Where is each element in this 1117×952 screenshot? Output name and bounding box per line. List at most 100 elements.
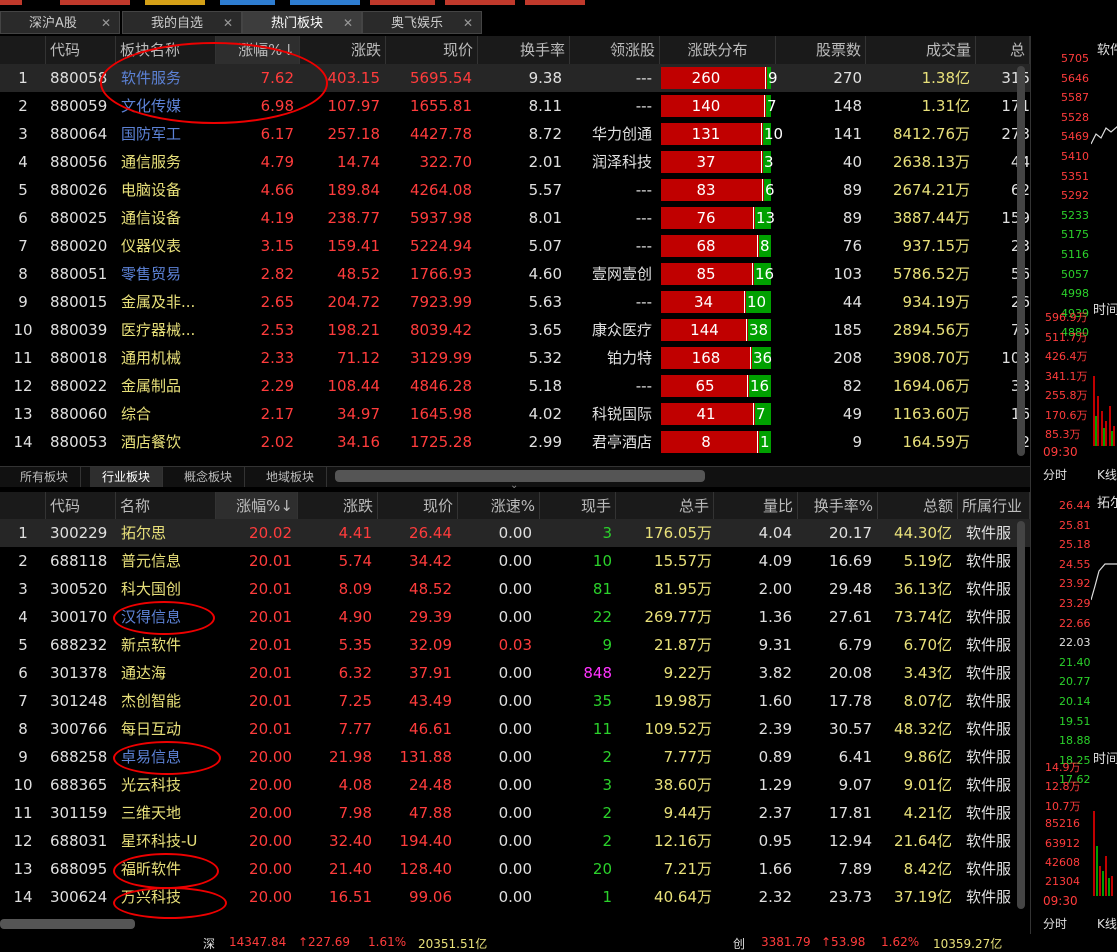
column-header[interactable]	[0, 492, 46, 520]
axis-tick-label: 21.40	[1059, 655, 1091, 669]
current-price: 99.06	[409, 888, 452, 906]
axis-tick-label: 63912	[1045, 836, 1080, 850]
sector-table-hscrollbar[interactable]	[335, 470, 705, 482]
sector-row[interactable]: 11 880018 通用机械 2.33 71.12 3129.99 5.32 铂力特 208 39…	[0, 344, 1030, 372]
column-header[interactable]: 领涨股	[570, 36, 660, 64]
close-icon[interactable]: ✕	[73, 12, 111, 35]
volume: 1.38亿	[921, 69, 970, 87]
column-header[interactable]: 代码	[46, 36, 116, 64]
sector-row[interactable]: 6 880025 通信设备 4.19 238.77 5937.98 8.01 --- 89 388…	[0, 204, 1030, 232]
close-icon[interactable]: ✕	[315, 12, 353, 35]
tab-intraday-top[interactable]: 分时	[1043, 466, 1067, 483]
axis-tick-label: 5705	[1061, 52, 1089, 65]
stock-row[interactable]: 2 688118 普元信息 20.01 5.74 34.42 0.00 10 15.57万 4.0…	[0, 547, 1030, 575]
sector-category-tab[interactable]: 概念板块	[172, 467, 246, 487]
stock-row[interactable]: 1 300229 拓尔思 20.02 4.41 26.44 0.00 3 176.05万 4.04…	[0, 519, 1030, 547]
column-header[interactable]: 涨速%	[458, 492, 540, 520]
sector-row[interactable]: 4 880056 通信服务 4.79 14.74 322.70 2.01 润泽科技 40 2638…	[0, 148, 1030, 176]
current-price: 1655.81	[409, 97, 472, 115]
up-down-distribution-bar: 68 8	[661, 235, 771, 257]
column-header[interactable]: 现手	[540, 492, 616, 520]
column-header[interactable]: 换手率	[478, 36, 570, 64]
column-header[interactable]: 成交量	[866, 36, 976, 64]
close-icon[interactable]: ✕	[435, 12, 473, 35]
change-amount: 6.32	[338, 664, 372, 682]
column-header[interactable]	[0, 36, 46, 64]
down-count: 36	[753, 349, 773, 367]
sector-category-tab[interactable]: 地域板块	[254, 467, 328, 487]
stock-row[interactable]: 12 688031 星环科技-U 20.00 32.40 194.40 0.00 2 12.16…	[0, 827, 1030, 855]
stock-row[interactable]: 5 688232 新点软件 20.01 5.35 32.09 0.03 9 21.87万 9.31…	[0, 631, 1030, 659]
stock-row[interactable]: 3 300520 科大国创 20.01 8.09 48.52 0.00 81 81.95万 2.0…	[0, 575, 1030, 603]
row-index: 1	[18, 69, 28, 87]
stock-table-hscrollbar[interactable]	[0, 919, 135, 929]
tab-stock-afei[interactable]: 奥飞娱乐 ✕	[362, 11, 482, 34]
current-price: 5224.94	[409, 237, 472, 255]
column-header[interactable]: 涨幅%↓	[216, 492, 298, 520]
red-highlight-oval	[113, 853, 219, 889]
sector-row[interactable]: 5 880026 电脑设备 4.66 189.84 4264.08 5.57 --- 89 267…	[0, 176, 1030, 204]
sector-row[interactable]: 9 880015 金属及非... 2.65 204.72 7923.99 5.63 --- 44…	[0, 288, 1030, 316]
sector-row[interactable]: 12 880022 金属制品 2.29 108.44 4846.28 5.18 --- 82 16…	[0, 372, 1030, 400]
stock-table-header: 代码 名称 涨幅%↓ 涨跌 现价 涨速% 现手 总手 量比 换手率% 总额 所属行业	[0, 492, 1030, 521]
tab-intraday-bottom[interactable]: 分时	[1043, 915, 1067, 932]
tab-hot-sectors[interactable]: 热门板块 ✕	[242, 11, 362, 34]
sector-category-tab[interactable]: 行业板块	[90, 467, 164, 487]
total-hands: 38.60万	[654, 776, 712, 794]
sector-row[interactable]: 10 880039 医疗器械... 2.53 198.21 8039.42 3.65 康众医疗…	[0, 316, 1030, 344]
column-header[interactable]: 代码	[46, 492, 116, 520]
change-speed: 0.00	[498, 580, 532, 598]
column-header[interactable]: 涨跌	[300, 36, 386, 64]
tab-kline-top[interactable]: K线	[1097, 466, 1117, 483]
column-header[interactable]: 现价	[386, 36, 478, 64]
stock-count: 44	[842, 293, 862, 311]
stock-row[interactable]: 10 688365 光云科技 20.00 4.08 24.48 0.00 3 38.60万 1.2…	[0, 771, 1030, 799]
row-index: 5	[18, 636, 28, 654]
current-price: 32.09	[409, 636, 452, 654]
tab-watchlist[interactable]: 我的自选 ✕	[122, 11, 242, 34]
stock-row[interactable]: 6 301378 通达海 20.01 6.32 37.91 0.00 848 9.22万 3.82…	[0, 659, 1030, 687]
row-index: 10	[13, 321, 33, 339]
column-header[interactable]: 总	[976, 36, 1030, 64]
stock-row[interactable]: 11 301159 三维天地 20.00 7.98 47.88 0.00 2 9.44万 2.37…	[0, 799, 1030, 827]
column-header[interactable]: 总手	[616, 492, 714, 520]
sector-row[interactable]: 14 880053 酒店餐饮 2.02 34.16 1725.28 2.99 君亭酒店 9 164…	[0, 428, 1030, 456]
column-header[interactable]: 所属行业	[958, 492, 1030, 520]
sector-row[interactable]: 13 880060 综合 2.17 34.97 1645.98 4.02 科锐国际 49 1163…	[0, 400, 1030, 428]
red-highlight-oval	[113, 601, 215, 635]
stock-table-body: 1 300229 拓尔思 20.02 4.41 26.44 0.00 3 176.05万 4.04…	[0, 519, 1030, 911]
total-amount: 36.13亿	[894, 580, 952, 598]
volume-ratio: 9.31	[758, 636, 792, 654]
volume: 934.19万	[902, 293, 971, 311]
sector-row[interactable]: 7 880020 仪器仪表 3.15 159.41 5224.94 5.07 --- 76 937…	[0, 232, 1030, 260]
chevron-down-icon[interactable]: ⌄	[510, 480, 518, 491]
tab-sh-sz-a-shares[interactable]: 深沪A股 ✕	[0, 11, 120, 34]
sector-code: 880039	[50, 321, 108, 339]
sector-row[interactable]: 8 880051 零售贸易 2.82 48.52 1766.93 4.60 壹网壹创 103 57…	[0, 260, 1030, 288]
sector-table-vscrollbar[interactable]	[1017, 66, 1025, 456]
stock-name: 新点软件	[121, 636, 182, 654]
column-header[interactable]: 换手率%	[798, 492, 878, 520]
column-header[interactable]: 名称	[116, 492, 216, 520]
sector-category-tab[interactable]: 所有板块	[8, 467, 82, 487]
column-header[interactable]: 股票数	[776, 36, 866, 64]
column-header[interactable]: 涨跌	[298, 492, 378, 520]
total-hands: 7.77万	[663, 748, 712, 766]
stock-table-vscrollbar[interactable]	[1017, 521, 1025, 909]
down-count: 6	[765, 181, 775, 199]
column-header[interactable]: 总额	[878, 492, 958, 520]
column-header[interactable]: 涨跌分布	[660, 36, 776, 64]
axis-tick-label: 341.1万	[1045, 369, 1088, 383]
sector-row[interactable]: 3 880064 国防军工 6.17 257.18 4427.78 8.72 华力创通 141 8…	[0, 120, 1030, 148]
stock-row[interactable]: 8 300766 每日互动 20.01 7.77 46.61 0.00 11 109.52万 2.…	[0, 715, 1030, 743]
column-header[interactable]: 量比	[714, 492, 798, 520]
change-speed: 0.00	[498, 664, 532, 682]
change-amount: 34.97	[337, 405, 380, 423]
change-speed: 0.00	[498, 552, 532, 570]
stock-row[interactable]: 7 301248 杰创智能 20.01 7.25 43.49 0.00 35 19.98万 1.6…	[0, 687, 1030, 715]
column-header[interactable]: 现价	[378, 492, 458, 520]
total-amount: 6.70亿	[903, 636, 952, 654]
tab-kline-bottom[interactable]: K线	[1097, 915, 1117, 932]
close-icon[interactable]: ✕	[195, 12, 233, 35]
current-price: 194.40	[399, 832, 453, 850]
